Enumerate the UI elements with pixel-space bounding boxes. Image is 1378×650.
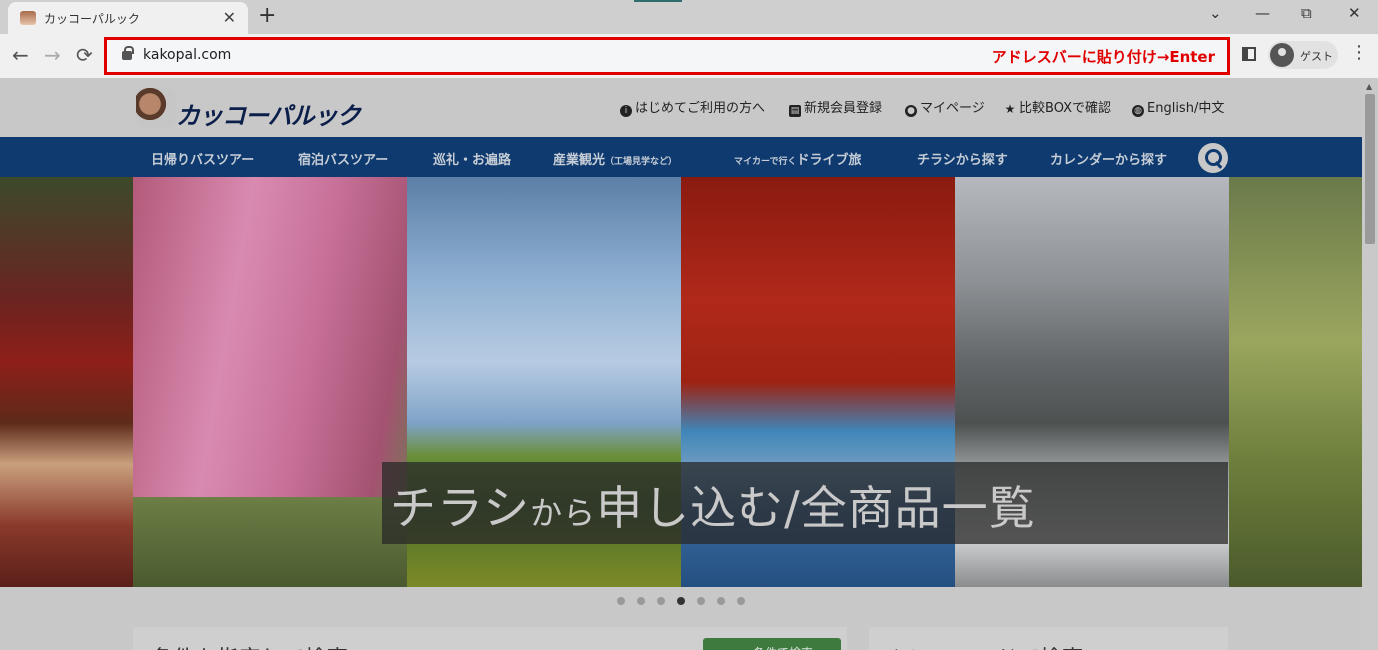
hero-image-cherry-blossoms[interactable]	[133, 177, 407, 587]
forward-button[interactable]: →	[44, 43, 61, 67]
lock-icon	[122, 46, 134, 60]
page-scrollbar[interactable]: ▲	[1362, 78, 1378, 650]
tab-search-chevron-icon[interactable]: ⌄	[1209, 4, 1222, 22]
info-icon: i	[620, 105, 632, 117]
address-bar-annotation: アドレスバーに貼り付け→Enter	[991, 48, 1215, 66]
nav-search-calendar[interactable]: カレンダーから探す	[1050, 149, 1167, 168]
site-logo[interactable]: カッコーパルック	[136, 86, 366, 130]
mascot-logo-icon	[136, 88, 176, 128]
card-icon: ▤	[789, 105, 801, 117]
address-bar[interactable]: kakopal.com アドレスバーに貼り付け→Enter	[104, 37, 1230, 75]
carousel-dot[interactable]	[617, 597, 625, 605]
condition-search-button[interactable]: 条件で検索	[703, 638, 841, 650]
nav-pilgrimage[interactable]: 巡礼・お遍路	[433, 149, 511, 168]
new-tab-button[interactable]: +	[258, 3, 276, 28]
profile-label: ゲスト	[1300, 50, 1333, 63]
hero-banner-caption[interactable]: チラシから申し込む/全商品一覧	[382, 462, 1228, 544]
carousel-dot[interactable]	[677, 597, 685, 605]
carousel-dot[interactable]	[737, 597, 745, 605]
logo-text: カッコーパルック	[176, 102, 361, 130]
banner-text-1: チラシ	[390, 481, 531, 535]
top-link-compare[interactable]: ★ 比較BOXで確認	[1004, 97, 1111, 116]
global-nav: 日帰りバスツアー 宿泊バスツアー 巡礼・お遍路 産業観光（工場見学など） マイカ…	[0, 137, 1362, 177]
nav-search-flyers[interactable]: チラシから探す	[917, 149, 1008, 168]
carousel-dot[interactable]	[717, 597, 725, 605]
close-window-button[interactable]: ✕	[1348, 4, 1361, 22]
tour-code-search-heading: ツアーコードで検索	[887, 641, 1084, 650]
profile-button[interactable]: ゲスト	[1268, 41, 1338, 69]
search-icon[interactable]	[1198, 143, 1228, 173]
nav-drive-trip[interactable]: マイカーで行くドライブ旅	[734, 149, 861, 168]
banner-text-small: から	[530, 494, 597, 532]
hero-image-greenery[interactable]	[1229, 177, 1362, 587]
banner-text-2: 申し込む/全商品一覧	[596, 481, 1036, 535]
browser-menu-icon[interactable]: ⋮	[1350, 42, 1368, 63]
globe-icon: ◍	[1132, 105, 1144, 117]
tab-strip-accent	[634, 0, 682, 2]
carousel-dot[interactable]	[657, 597, 665, 605]
nav-day-bus-tour[interactable]: 日帰りバスツアー	[151, 149, 254, 168]
top-link-first-time[interactable]: i はじめてご利用の方へ	[620, 97, 765, 117]
reload-button[interactable]: ⟳	[76, 43, 93, 67]
tab-close-icon[interactable]: ✕	[223, 8, 236, 27]
web-page: カッコーパルック i はじめてご利用の方へ ▤ 新規会員登録 ● マイページ ★ 比較B…	[0, 78, 1362, 650]
condition-search-card: 条件を指定して検索 条件で検索	[133, 627, 847, 650]
side-panel-icon[interactable]	[1242, 47, 1256, 61]
restore-button[interactable]: ⧉	[1301, 4, 1312, 22]
tour-code-search-card: ツアーコードで検索	[869, 627, 1228, 650]
favicon-icon	[20, 11, 36, 25]
scrollbar-thumb[interactable]	[1365, 94, 1375, 244]
top-link-register[interactable]: ▤ 新規会員登録	[789, 97, 882, 117]
carousel-dot[interactable]	[697, 597, 705, 605]
scroll-up-icon[interactable]: ▲	[1366, 82, 1372, 91]
tab-title: カッコーパルック	[44, 12, 140, 26]
top-link-mypage[interactable]: ● マイページ	[905, 97, 985, 117]
user-icon: ●	[905, 105, 917, 117]
nav-industrial-tourism[interactable]: 産業観光（工場見学など）	[553, 149, 677, 168]
top-link-language[interactable]: ◍ English/中文	[1132, 97, 1224, 117]
carousel-dot[interactable]	[637, 597, 645, 605]
hero-image-shrine[interactable]	[0, 177, 133, 587]
star-icon: ★	[1004, 102, 1016, 116]
tab-strip: カッコーパルック ✕ + ⌄ — ⧉ ✕	[0, 0, 1378, 34]
avatar-icon	[1270, 43, 1294, 67]
condition-search-heading: 条件を指定して検索	[151, 641, 348, 650]
url-text[interactable]: kakopal.com	[143, 47, 231, 63]
browser-tab[interactable]: カッコーパルック ✕	[8, 2, 248, 34]
minimize-button[interactable]: —	[1255, 4, 1270, 22]
nav-stay-bus-tour[interactable]: 宿泊バスツアー	[298, 149, 388, 168]
back-button[interactable]: ←	[12, 43, 29, 67]
